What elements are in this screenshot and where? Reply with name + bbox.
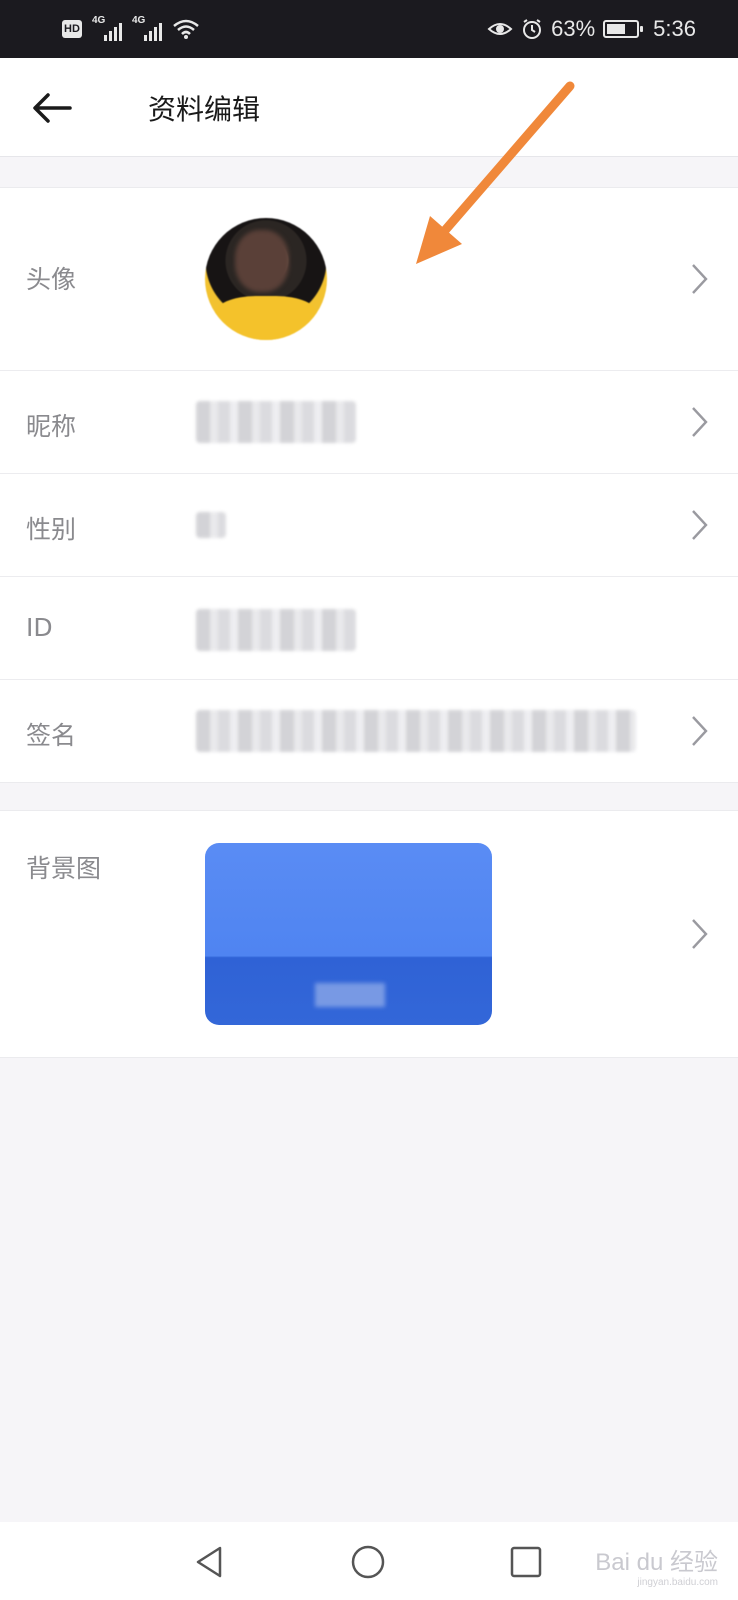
signature-label: 签名 xyxy=(26,721,77,750)
cellular-signal-icon-2: 4G xyxy=(132,15,162,41)
nickname-label: 昵称 xyxy=(26,412,77,441)
id-value-redacted xyxy=(196,609,356,651)
id-label: ID xyxy=(26,613,53,642)
chevron-right-icon xyxy=(692,407,708,437)
chevron-right-icon xyxy=(692,510,708,540)
nav-recents-icon[interactable] xyxy=(508,1544,544,1580)
chevron-right-icon xyxy=(692,716,708,746)
background-card: 背景图 xyxy=(0,810,738,1058)
hd-badge: HD xyxy=(62,20,82,38)
battery-percent: 63% xyxy=(551,16,596,41)
cellular-signal-icon: 4G xyxy=(92,15,122,41)
status-right: 63% 5:36 xyxy=(487,14,696,44)
battery-icon xyxy=(603,20,644,38)
gender-label: 性别 xyxy=(26,515,77,544)
id-row: ID xyxy=(0,577,738,680)
wifi-icon xyxy=(173,19,199,39)
status-left: HD 4G 4G xyxy=(62,14,200,44)
chevron-right-icon xyxy=(692,919,708,949)
avatar-label: 头像 xyxy=(26,265,77,294)
status-bar: HD 4G 4G 63% 5:36 xyxy=(0,0,738,58)
watermark-subtext: jingyan.baidu.com xyxy=(637,1577,718,1588)
page-title: 资料编辑 xyxy=(148,93,261,126)
signature-row[interactable]: 签名 xyxy=(0,680,738,782)
chevron-right-icon xyxy=(692,264,708,294)
gender-row[interactable]: 性别 xyxy=(0,474,738,577)
baidu-watermark: Bai du 经验 jingyan.baidu.com xyxy=(595,1542,718,1588)
nav-home-icon[interactable] xyxy=(350,1544,386,1580)
background-label: 背景图 xyxy=(26,854,102,883)
nav-back-icon[interactable] xyxy=(192,1544,228,1580)
back-arrow-icon[interactable] xyxy=(28,84,76,132)
profile-card: 头像 昵称 性别 ID 签名 xyxy=(0,187,738,783)
nickname-value-redacted xyxy=(196,401,356,443)
avatar xyxy=(205,218,327,340)
watermark-text: Bai du 经验 xyxy=(595,1549,718,1576)
signature-value-redacted xyxy=(196,710,636,752)
avatar-row[interactable]: 头像 xyxy=(0,188,738,371)
background-image-thumbnail xyxy=(205,843,492,1025)
gender-value-redacted xyxy=(196,512,226,538)
eye-comfort-icon xyxy=(487,23,513,35)
nickname-row[interactable]: 昵称 xyxy=(0,371,738,474)
system-nav-bar: Bai du 经验 jingyan.baidu.com xyxy=(0,1522,738,1600)
clock-time: 5:36 xyxy=(653,16,696,41)
app-header: 资料编辑 xyxy=(0,58,738,157)
alarm-icon xyxy=(523,19,542,39)
background-row[interactable]: 背景图 xyxy=(0,811,738,1057)
